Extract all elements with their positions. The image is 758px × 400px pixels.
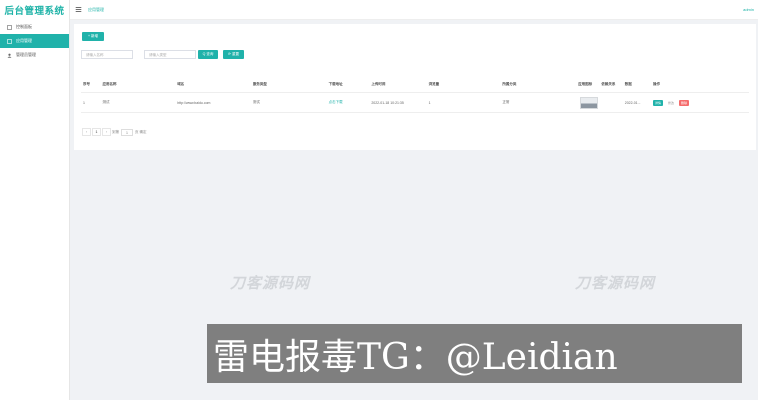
- cell-data: 2022-01...: [624, 100, 641, 105]
- detail-button[interactable]: 详情: [652, 99, 663, 106]
- delete-button[interactable]: 删除: [678, 99, 689, 106]
- overlay-text: 雷电报毒TG：@Leidian: [213, 336, 618, 378]
- goto-page-input[interactable]: 1: [121, 128, 133, 136]
- overlay-banner: 雷电报毒TG：@Leidian: [207, 324, 742, 383]
- brand-title: 后台管理系统: [4, 6, 65, 17]
- page-number[interactable]: 1: [92, 128, 101, 136]
- search-button[interactable]: Q 查询: [198, 50, 218, 59]
- user-menu[interactable]: admin: [743, 7, 754, 12]
- cell-domain: http://www.baidu.com: [177, 100, 211, 105]
- table-row: 1 测试 http://www.baidu.com 测试 点击下载 2022-0…: [81, 93, 749, 113]
- type-search-input[interactable]: 请输入类型: [144, 50, 196, 59]
- cell-actions: 详情 修改 删除: [651, 99, 749, 106]
- dashboard-icon: [6, 24, 12, 30]
- column-header: 域名: [177, 82, 185, 86]
- prev-page-button[interactable]: ‹: [82, 128, 91, 136]
- column-header: 下载地址: [328, 82, 343, 86]
- content-panel: + 新增 请输入名称 请输入类型 Q 查询 ⟳ 重置 序号 应用名称 域名 服务…: [74, 24, 756, 150]
- cell-views: 1: [428, 100, 431, 105]
- apps-table: 序号 应用名称 域名 服务类型 下载地址 上传时间 浏览量 所属分类 应用图标 …: [81, 77, 749, 113]
- table-header: 序号 应用名称 域名 服务类型 下载地址 上传时间 浏览量 所属分类 应用图标 …: [81, 77, 749, 93]
- app-thumbnail[interactable]: [580, 96, 599, 109]
- app-icon: [6, 38, 12, 44]
- goto-confirm[interactable]: 页 确定: [135, 130, 146, 135]
- name-search-input[interactable]: 请输入名称: [81, 50, 133, 59]
- sidebar-item-admins[interactable]: 管理员管理: [0, 48, 69, 62]
- cell-index: 1: [83, 100, 85, 105]
- column-header: 所属分类: [502, 82, 517, 86]
- tab-apps[interactable]: 应用管理: [88, 7, 104, 13]
- pagination: ‹ 1 › 到第 1 页 确定: [82, 128, 146, 136]
- cell-upload-time: 2022-01-18 10:21:35: [371, 100, 404, 105]
- column-header: 数据: [624, 82, 632, 86]
- column-header: 操作: [652, 82, 660, 86]
- goto-label: 到第: [112, 129, 119, 134]
- sidebar-item-label: 控制面板: [16, 24, 32, 29]
- sidebar-item-label: 管理员管理: [16, 52, 36, 57]
- sidebar-item-dashboard[interactable]: 控制面板: [0, 20, 69, 34]
- column-header: 序号: [83, 82, 90, 86]
- sidebar-item-label: 应用管理: [16, 38, 32, 43]
- watermark: 刀客源码网: [230, 275, 311, 292]
- next-page-button[interactable]: ›: [102, 128, 111, 136]
- cell-name: 测试: [102, 100, 110, 104]
- column-header: 上传时间: [371, 82, 386, 86]
- column-header: 浏览量: [428, 82, 440, 86]
- download-link[interactable]: 点击下载: [327, 100, 370, 105]
- sidebar-item-apps[interactable]: 应用管理: [0, 34, 69, 48]
- watermark: 刀客源码网: [575, 275, 656, 292]
- column-header: 应用名称: [102, 82, 117, 86]
- column-header: 应用图标: [578, 82, 593, 86]
- column-header: 依赖关系: [601, 82, 616, 86]
- menu-toggle-icon[interactable]: [75, 6, 82, 13]
- cell-category: 正常: [502, 100, 510, 104]
- sidebar: 后台管理系统 控制面板 应用管理 管理员管理: [0, 0, 70, 400]
- cell-service: 测试: [252, 100, 260, 104]
- reset-button[interactable]: ⟳ 重置: [223, 50, 244, 59]
- edit-button[interactable]: 修改: [666, 100, 676, 106]
- cell-app-icon: [576, 96, 599, 109]
- column-header: 服务类型: [252, 82, 267, 86]
- user-icon: [6, 52, 12, 58]
- top-bar: 应用管理 admin: [70, 0, 758, 20]
- add-button[interactable]: + 新增: [82, 32, 104, 41]
